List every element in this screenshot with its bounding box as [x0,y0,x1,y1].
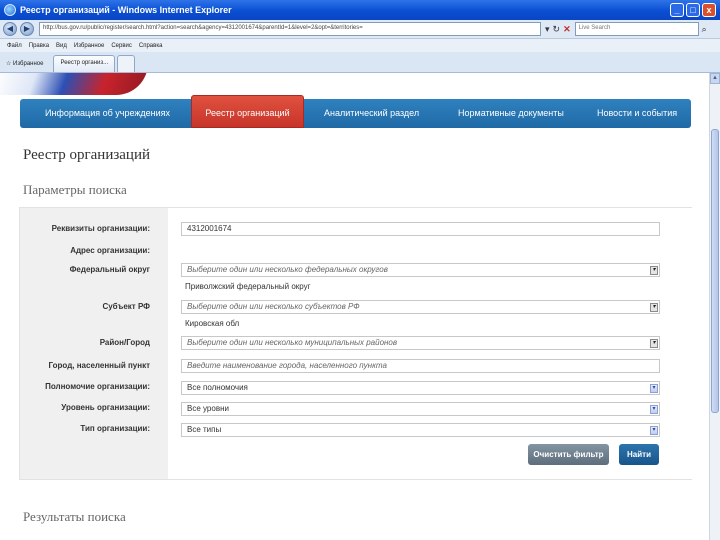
search-icon[interactable]: ⌕ [702,24,707,35]
find-button[interactable]: Найти [619,444,659,465]
dropdown-arrow-icon[interactable]: ▾ [650,303,658,312]
nav-institutions-info[interactable]: Информация об учреждениях [45,99,170,128]
subject-label: Субъект РФ [102,302,150,311]
window-title: Реестр организаций - Windows Internet Ex… [20,5,232,15]
scrollbar-thumb[interactable] [711,129,719,413]
federal-district-label: Федеральный округ [69,265,150,274]
subject-selected: Кировская обл [185,319,240,328]
type-label: Тип организации: [80,424,150,433]
search-params-title: Параметры поиска [23,182,127,197]
menu-tools[interactable]: Сервис [111,43,132,49]
nav-news[interactable]: Новости и события [597,99,677,128]
authority-label: Полномочие организации: [45,382,150,391]
address-tools: ▾ ↻ ✕ [545,24,571,35]
nav-analytics[interactable]: Аналитический раздел [324,99,419,128]
requisites-input[interactable]: 4312001674 [181,222,660,236]
scroll-up-icon[interactable]: ▲ [710,73,720,84]
dropdown-arrow-icon[interactable]: ▾ [650,405,658,414]
favorites-button[interactable]: ☆ Избранное [2,56,47,72]
vertical-scrollbar[interactable]: ▲ [709,73,720,540]
authority-value: Все полномочия [187,383,248,392]
level-value: Все уровни [187,404,229,413]
menu-edit[interactable]: Правка [29,43,49,49]
nav-org-registry[interactable]: Реестр организаций [191,95,304,128]
subject-select[interactable]: Выберите один или несколько субъектов РФ… [181,300,660,314]
refresh-icon[interactable]: ↻ [553,24,561,35]
menu-view[interactable]: Вид [56,43,67,49]
requisites-label: Реквизиты организации: [51,224,150,233]
window-titlebar: Реестр организаций - Windows Internet Ex… [0,0,720,20]
minimize-button[interactable]: _ [670,3,684,17]
clear-filter-button[interactable]: Очистить фильтр [528,444,609,465]
search-results-title: Результаты поиска [23,509,126,524]
type-value: Все типы [187,425,222,434]
dropdown-arrow-icon[interactable]: ▾ [650,426,658,435]
menu-file[interactable]: Файл [7,43,22,49]
city-label: Город, населенный пункт [48,361,151,370]
window-controls: _ □ x [670,3,716,17]
dropdown-arrow-icon[interactable]: ▾ [650,384,658,393]
new-tab-button[interactable] [117,55,136,72]
address-bar[interactable]: http://bus.gov.ru/public/register/search… [39,22,541,36]
city-input[interactable]: Введите наименование города, населенного… [181,359,660,373]
favorites-label: Избранное [13,61,44,67]
site-flag-banner [0,73,148,99]
dropdown-icon[interactable]: ▾ [545,24,550,35]
menu-help[interactable]: Справка [139,43,163,49]
stop-icon[interactable]: ✕ [563,24,571,35]
search-input[interactable]: Live Search [574,22,699,36]
tab-registry[interactable]: Реестр организ... [53,55,116,72]
dropdown-arrow-icon[interactable]: ▾ [650,266,658,275]
level-select[interactable]: Все уровни ▾ [181,402,660,416]
level-label: Уровень организации: [61,403,150,412]
dropdown-arrow-icon[interactable]: ▾ [650,339,658,348]
ie-logo-icon [4,4,16,16]
address-toolbar: ◀ ▶ http://bus.gov.ru/public/register/se… [0,20,720,39]
authority-select[interactable]: Все полномочия ▾ [181,381,660,395]
district-select[interactable]: Выберите один или несколько муниципальны… [181,336,660,350]
maximize-button[interactable]: □ [686,3,700,17]
federal-district-placeholder: Выберите один или несколько федеральных … [187,265,388,274]
address-label: Адрес организации: [70,246,150,255]
forward-button[interactable]: ▶ [20,22,34,36]
tab-bar: ☆ Избранное Реестр организ... [0,52,720,73]
subject-placeholder: Выберите один или несколько субъектов РФ [187,302,360,311]
menu-favorites[interactable]: Избранное [74,43,104,49]
type-select[interactable]: Все типы ▾ [181,423,660,437]
page-viewport: Информация об учреждениях Реестр организ… [0,73,709,540]
back-button[interactable]: ◀ [3,22,17,36]
federal-district-selected: Приволжский федеральный округ [185,282,311,291]
federal-district-select[interactable]: Выберите один или несколько федеральных … [181,263,660,277]
menu-bar: Файл Правка Вид Избранное Сервис Справка [0,39,720,52]
district-label: Район/Город [99,338,150,347]
nav-regulations[interactable]: Нормативные документы [458,99,564,128]
district-placeholder: Выберите один или несколько муниципальны… [187,338,398,347]
main-nav: Информация об учреждениях Реестр организ… [20,95,691,128]
page-title: Реестр организаций [23,147,151,163]
close-button[interactable]: x [702,3,716,17]
